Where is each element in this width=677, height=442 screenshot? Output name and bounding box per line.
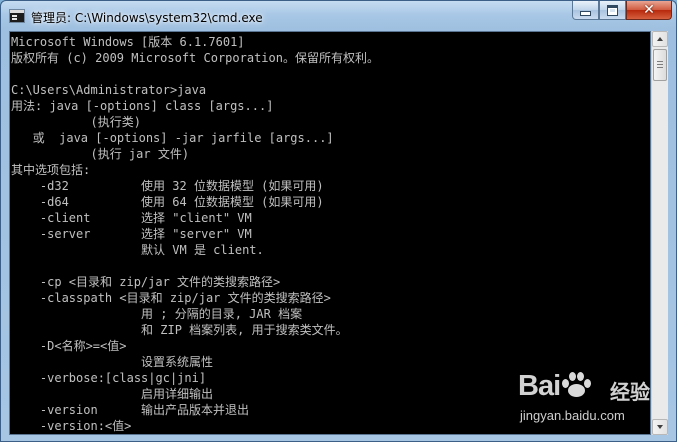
console-line: 版权所有 (c) 2009 Microsoft Corporation。保留所有… bbox=[11, 51, 379, 65]
console-window: 管理员: C:\Windows\system32\cmd.exe ✕ Micro… bbox=[0, 0, 677, 442]
window-controls: ✕ bbox=[572, 1, 672, 21]
console-line: -verbose:[class|gc|jni] bbox=[11, 371, 207, 385]
console-text: Microsoft Windows [版本 6.1.7601] 版权所有 (c) … bbox=[11, 34, 379, 434]
console-line: (执行 jar 文件) bbox=[11, 147, 190, 161]
scroll-up-button[interactable] bbox=[652, 31, 668, 47]
window-title: 管理员: C:\Windows\system32\cmd.exe bbox=[31, 11, 263, 25]
scroll-down-button[interactable] bbox=[652, 419, 668, 435]
console-line: -d32 使用 32 位数据模型 (如果可用) bbox=[11, 179, 324, 193]
console-line: 用 ; 分隔的目录, JAR 档案 bbox=[11, 307, 303, 321]
console-line: (执行类) bbox=[11, 115, 141, 129]
console-line: -D<名称>=<值> bbox=[11, 339, 127, 353]
cmd-console-icon[interactable] bbox=[9, 9, 25, 23]
console-line: 启用详细输出 bbox=[11, 387, 214, 401]
console-line: -version:<值> bbox=[11, 419, 132, 433]
console-line: 用法: java [-options] class [args...] bbox=[11, 99, 274, 113]
console-line: Microsoft Windows [版本 6.1.7601] bbox=[11, 35, 245, 49]
vertical-scrollbar[interactable] bbox=[651, 31, 668, 435]
console-line: -classpath <目录和 zip/jar 文件的类搜索路径> bbox=[11, 291, 331, 305]
console-line: 其中选项包括: bbox=[11, 163, 91, 177]
minimize-icon bbox=[580, 11, 591, 16]
scroll-down-arrow-icon bbox=[657, 425, 663, 429]
title-bar[interactable]: 管理员: C:\Windows\system32\cmd.exe ✕ bbox=[1, 1, 676, 31]
console-line: 和 ZIP 档案列表, 用于搜索类文件。 bbox=[11, 323, 348, 337]
console-line: 设置系统属性 bbox=[11, 355, 214, 369]
console-line: -client 选择 "client" VM bbox=[11, 211, 252, 225]
minimize-button[interactable] bbox=[572, 1, 599, 20]
scrollbar-thumb[interactable] bbox=[653, 49, 667, 81]
console-line: -version 输出产品版本并退出 bbox=[11, 403, 250, 417]
maximize-button[interactable] bbox=[599, 1, 626, 20]
console-line: -d64 使用 64 位数据模型 (如果可用) bbox=[11, 195, 324, 209]
scroll-up-arrow-icon bbox=[657, 37, 663, 41]
console-output[interactable]: Microsoft Windows [版本 6.1.7601] 版权所有 (c) … bbox=[9, 31, 651, 435]
console-line: 或 java [-options] -jar jarfile [args...] bbox=[11, 131, 334, 145]
console-line: -cp <目录和 zip/jar 文件的类搜索路径> bbox=[11, 275, 281, 289]
console-line: -server 选择 "server" VM bbox=[11, 227, 252, 241]
maximize-icon bbox=[607, 4, 618, 16]
console-line: 默认 VM 是 client. bbox=[11, 243, 264, 257]
close-button[interactable]: ✕ bbox=[626, 1, 672, 20]
close-icon: ✕ bbox=[643, 2, 655, 18]
console-line: C:\Users\Administrator>java bbox=[11, 83, 207, 97]
